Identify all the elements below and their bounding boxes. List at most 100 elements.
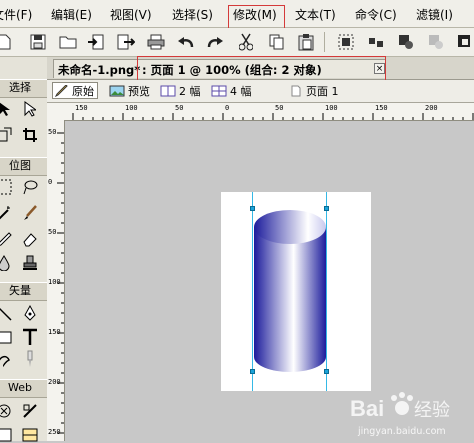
vector-section-header: 矢量 (0, 282, 47, 301)
ungroup-icon[interactable] (366, 32, 386, 52)
menu-file[interactable]: 文件(F) (0, 6, 32, 23)
cylinder-body (254, 227, 326, 372)
selection-handle[interactable] (250, 206, 255, 211)
ruler-label: 50 (275, 104, 284, 112)
slice-tool-icon[interactable] (22, 403, 38, 419)
horizontal-ruler-ticks (72, 113, 474, 120)
lasso-tool-icon[interactable] (22, 179, 38, 195)
main-toolbar (0, 28, 474, 57)
view-bar: 原始 预览 2 幅 4 幅 页面 1 (47, 80, 474, 103)
brand-cn: 经验 (414, 400, 450, 421)
menu-filters[interactable]: 滤镜(I) (416, 6, 453, 23)
cut-icon[interactable] (236, 32, 256, 52)
original-view-button[interactable]: 原始 (52, 82, 98, 99)
copy-icon[interactable] (267, 32, 287, 52)
undo-icon[interactable] (176, 32, 196, 52)
page-selector[interactable]: 页面 1 (291, 82, 339, 99)
two-up-icon (160, 85, 176, 96)
four-up-view-label: 4 幅 (230, 84, 252, 98)
baidu-watermark: Bai 经验 jingyan.baidu.com (344, 389, 472, 439)
ruler-label: 200 (48, 378, 61, 386)
text-tool-icon[interactable] (22, 328, 38, 345)
paw-icon (391, 392, 413, 415)
menu-commands[interactable]: 命令(C) (355, 6, 397, 23)
vertical-guide[interactable] (326, 192, 327, 391)
export-icon[interactable] (116, 32, 136, 52)
ruler-label: 50 (48, 128, 57, 136)
redo-icon[interactable] (205, 32, 225, 52)
select-section-header: 选择 (0, 79, 47, 98)
document-filename: 未命名-1.png* (58, 63, 141, 77)
eraser-tool-icon[interactable] (22, 231, 38, 247)
knife-tool-icon[interactable] (22, 350, 38, 367)
preview-view-button[interactable]: 预览 (109, 82, 150, 99)
two-up-view-label: 2 幅 (179, 84, 201, 98)
pencil-icon (55, 84, 68, 97)
menu-edit[interactable]: 编辑(E) (51, 6, 92, 23)
freeform-tool-icon[interactable] (0, 351, 12, 367)
magic-wand-tool-icon[interactable] (0, 205, 12, 221)
selection-handle[interactable] (324, 369, 329, 374)
cylinder-group[interactable] (221, 192, 371, 391)
watermark-url: jingyan.baidu.com (357, 426, 446, 437)
paste-icon[interactable] (296, 32, 316, 52)
union-icon[interactable] (396, 32, 416, 52)
subselect-tool-icon[interactable] (22, 101, 38, 117)
marquee-tool-icon[interactable] (0, 179, 12, 195)
page-icon (291, 85, 301, 96)
select-section-title: 选择 (9, 81, 31, 94)
ruler-label: 0 (225, 104, 230, 112)
ruler-label: 150 (48, 328, 61, 336)
menu-bar: 文件(F) 编辑(E) 视图(V) 选择(S) 修改(M) 文本(T) 命令(C… (0, 0, 474, 30)
web-section-header: Web (0, 379, 47, 398)
scale-tool-icon[interactable] (0, 127, 12, 143)
ruler-label: 100 (125, 104, 138, 112)
new-icon[interactable] (0, 32, 14, 52)
ruler-label: 0 (48, 178, 53, 186)
page-selector-label: 页面 1 (306, 84, 339, 98)
import-icon[interactable] (86, 32, 106, 52)
pencil-tool-icon[interactable] (0, 231, 12, 247)
original-view-label: 原始 (72, 84, 94, 98)
rectangle-tool-icon[interactable] (0, 329, 12, 345)
selection-handle[interactable] (324, 206, 329, 211)
blur-tool-icon[interactable] (0, 255, 12, 271)
tools-panel: 选择 位图 矢量 Web (0, 57, 48, 442)
brand-latin: Bai (350, 396, 384, 421)
open-icon[interactable] (58, 32, 78, 52)
print-icon[interactable] (146, 32, 166, 52)
menu-view[interactable]: 视图(V) (110, 6, 152, 23)
web-section-title: Web (8, 381, 32, 394)
document-page[interactable] (221, 192, 371, 391)
horizontal-ruler[interactable]: 150 100 50 0 50 100 150 200 (47, 103, 474, 121)
selection-handle[interactable] (250, 369, 255, 374)
brush-tool-icon[interactable] (22, 205, 38, 221)
vector-section-title: 矢量 (9, 284, 31, 297)
group-icon[interactable] (336, 32, 356, 52)
toolbar-separator (324, 32, 325, 52)
ruler-label: 200 (425, 104, 438, 112)
modify-menu-highlight (228, 5, 285, 30)
menu-text[interactable]: 文本(T) (295, 6, 336, 23)
pointer-tool-icon[interactable] (0, 101, 12, 117)
hotspot-tool-icon[interactable] (0, 403, 12, 419)
ruler-label: 50 (48, 228, 57, 236)
pen-tool-icon[interactable] (22, 305, 38, 321)
ruler-label: 100 (325, 104, 338, 112)
stamp-tool-icon[interactable] (22, 255, 38, 271)
ruler-label: 150 (75, 104, 88, 112)
vertical-guide[interactable] (252, 192, 253, 391)
crop-tool-icon[interactable] (22, 127, 38, 143)
ruler-label: 150 (375, 104, 388, 112)
four-up-view-button[interactable]: 4 幅 (211, 82, 252, 99)
line-tool-icon[interactable] (0, 305, 12, 321)
cylinder-top (254, 210, 326, 244)
two-up-view-button[interactable]: 2 幅 (160, 82, 201, 99)
vertical-ruler[interactable]: 50 0 50 100 150 200 250 (47, 120, 65, 441)
menu-select[interactable]: 选择(S) (172, 6, 213, 23)
intersect-icon[interactable] (426, 32, 446, 52)
punch-icon[interactable] (455, 32, 474, 52)
preview-view-label: 预览 (128, 84, 150, 98)
save-icon[interactable] (28, 32, 48, 52)
bitmap-section-title: 位图 (9, 159, 31, 172)
